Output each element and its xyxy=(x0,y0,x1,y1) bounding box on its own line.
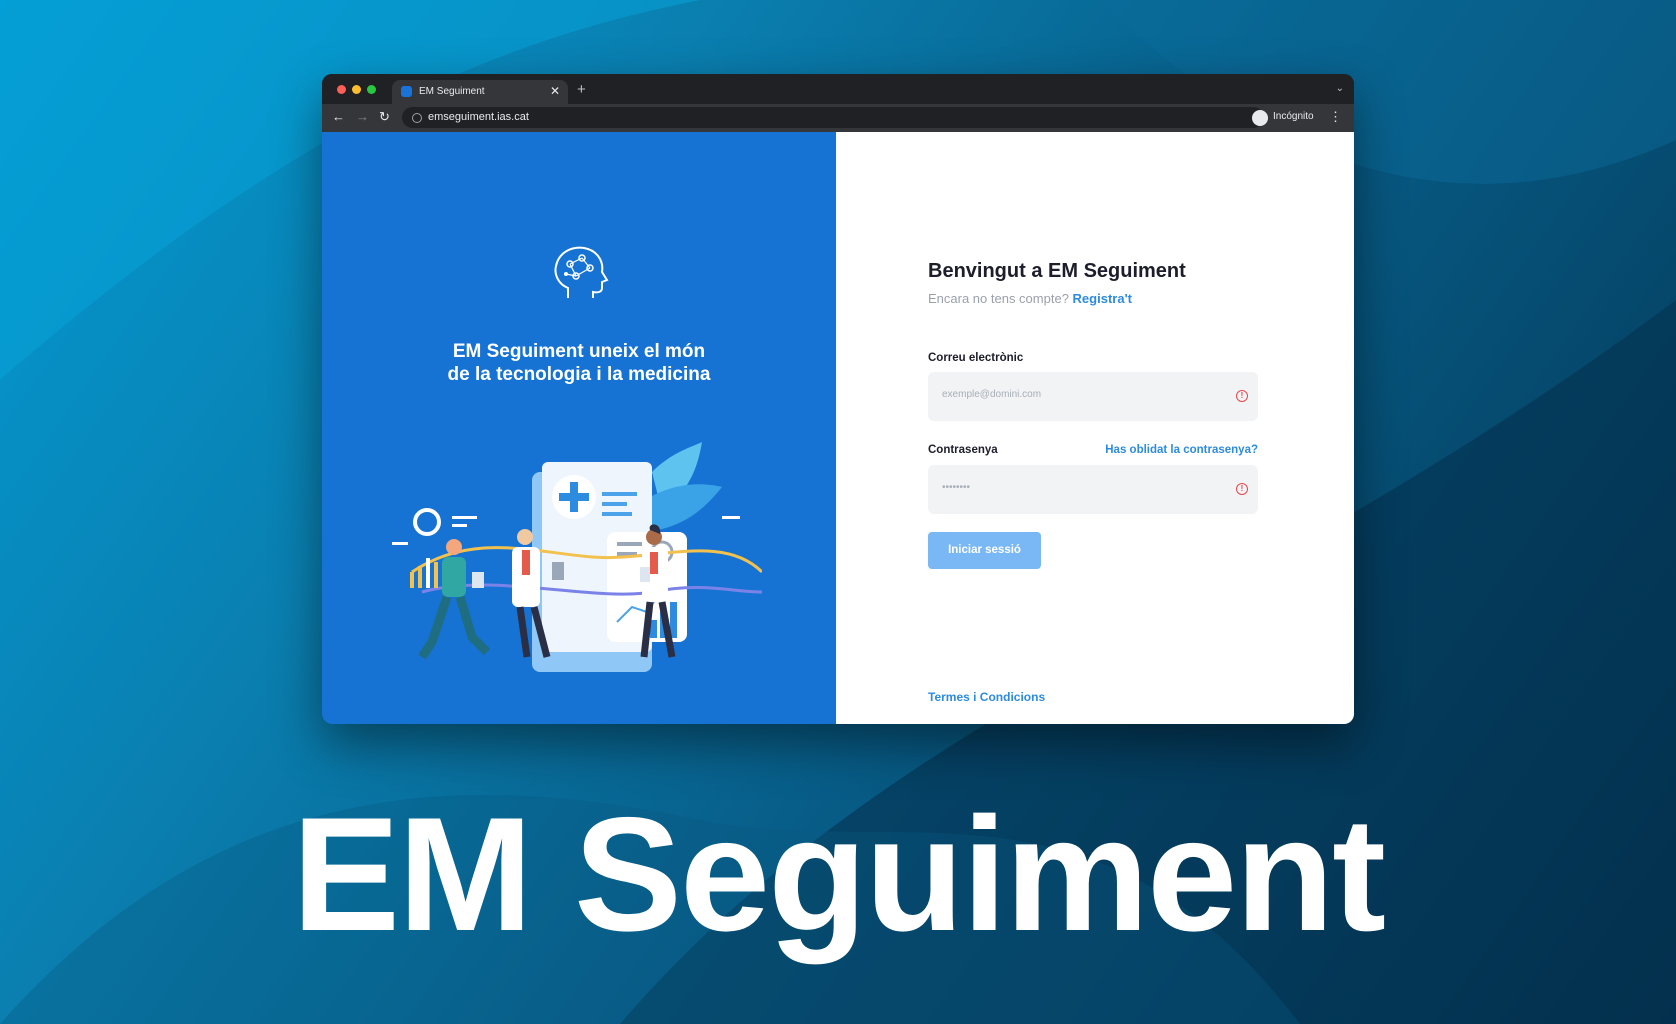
incognito-icon xyxy=(1252,110,1268,126)
brand-panel: EM Seguiment uneix el món de la tecnolog… xyxy=(322,132,836,724)
tagline-line-1: EM Seguiment uneix el món xyxy=(452,341,706,362)
back-button[interactable]: ← xyxy=(332,109,345,124)
tagline: EM Seguiment uneix el món de la tecnolog… xyxy=(322,340,836,386)
close-tab-icon[interactable]: ✕ xyxy=(550,84,560,98)
hero-title: EM Seguiment xyxy=(291,784,1386,965)
page-viewport: EM Seguiment uneix el món de la tecnolog… xyxy=(322,132,1354,724)
browser-menu-button[interactable]: ⋮ xyxy=(1329,109,1342,125)
minimize-window-button[interactable] xyxy=(352,85,361,94)
email-input[interactable] xyxy=(942,389,1222,400)
terms-link[interactable]: Termes i Condicions xyxy=(928,690,1045,704)
password-input[interactable] xyxy=(942,482,1222,493)
email-field[interactable]: ! xyxy=(928,372,1258,421)
tab-title: EM Seguiment xyxy=(419,86,485,97)
login-button[interactable]: Iniciar sessió xyxy=(928,532,1041,569)
email-alert-icon: ! xyxy=(1236,390,1248,402)
incognito-label[interactable]: Incógnito xyxy=(1273,111,1314,122)
site-info-icon[interactable] xyxy=(412,113,422,123)
maximize-window-button[interactable] xyxy=(367,85,376,94)
login-panel: Benvingut a EM Seguiment Encara no tens … xyxy=(836,132,1354,724)
password-alert-icon: ! xyxy=(1236,483,1248,495)
close-window-button[interactable] xyxy=(337,85,346,94)
password-label: Contrasenya xyxy=(928,444,998,456)
medical-team-illustration xyxy=(392,442,762,672)
address-bar[interactable]: emseguiment.ias.cat xyxy=(402,107,1264,128)
browser-toolbar: ← → ↻ emseguiment.ias.cat Incógnito ⋮ xyxy=(322,104,1354,132)
forward-button[interactable]: → xyxy=(356,109,369,124)
reload-button[interactable]: ↻ xyxy=(379,109,390,125)
tab-search-icon[interactable]: ⌄ xyxy=(1336,83,1344,94)
url-text[interactable]: emseguiment.ias.cat xyxy=(428,111,529,123)
new-tab-button[interactable]: + xyxy=(577,81,586,98)
signup-link[interactable]: Registra't xyxy=(1073,291,1132,306)
password-field[interactable]: ! xyxy=(928,465,1258,514)
brain-logo-icon xyxy=(554,246,609,298)
tagline-line-2: de la tecnologia i la medicina xyxy=(447,364,711,385)
favicon-icon xyxy=(401,86,412,97)
email-label: Correu electrònic xyxy=(928,352,1024,364)
forgot-password-link[interactable]: Has oblidat la contrasenya? xyxy=(1105,444,1258,456)
browser-window: EM Seguiment ✕ + ⌄ ← → ↻ emseguiment.ias… xyxy=(322,74,1354,724)
tab-em-seguiment[interactable]: EM Seguiment ✕ xyxy=(392,80,568,104)
signup-prompt: Encara no tens compte? Registra't xyxy=(928,291,1132,306)
signup-prompt-text: Encara no tens compte? xyxy=(928,291,1069,306)
welcome-title: Benvingut a EM Seguiment xyxy=(928,260,1186,282)
tab-bar: EM Seguiment ✕ + ⌄ xyxy=(322,74,1354,104)
